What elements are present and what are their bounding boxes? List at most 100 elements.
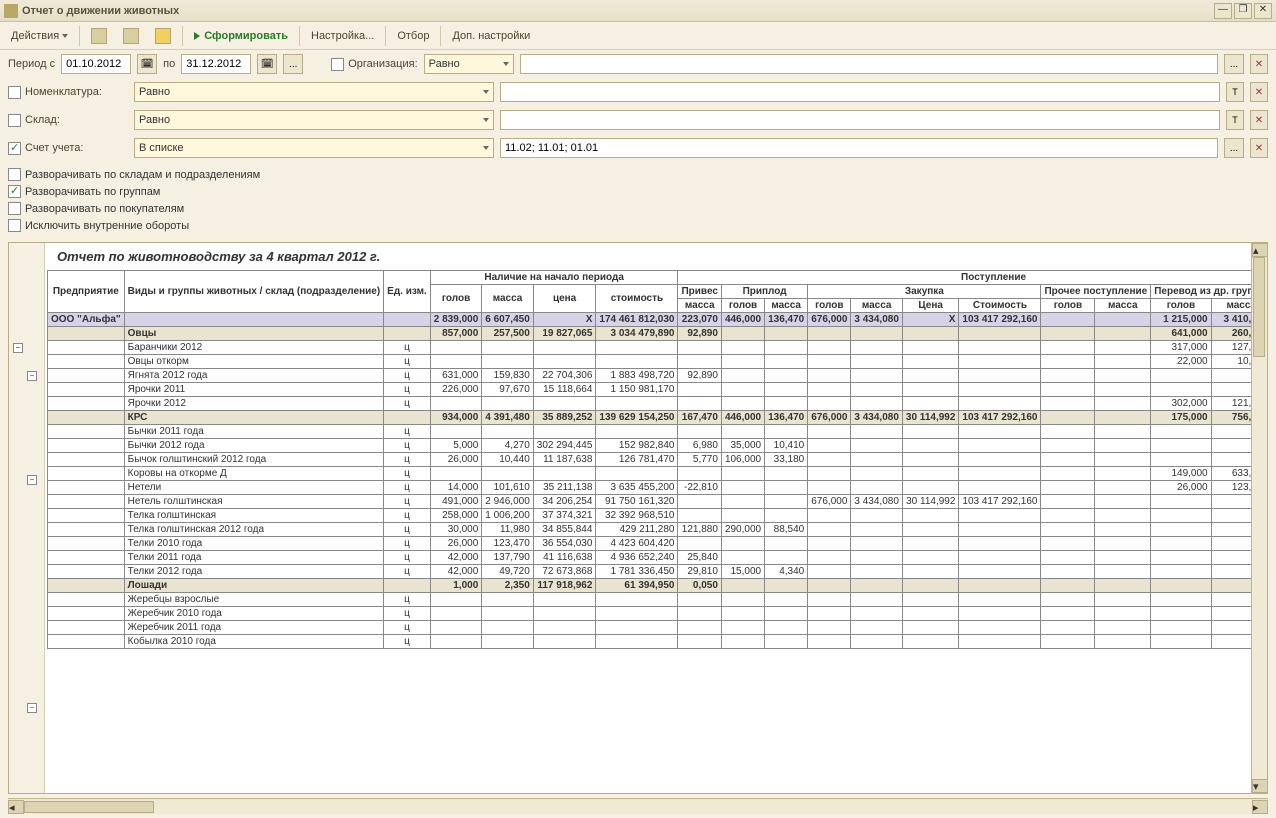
sklad-check[interactable] xyxy=(8,114,21,127)
org-op-select[interactable]: Равно xyxy=(424,54,514,74)
vscroll-thumb[interactable] xyxy=(1253,257,1265,357)
maximize-button[interactable]: ❐ xyxy=(1234,3,1252,19)
col-receipt: Поступление xyxy=(678,271,1268,285)
collapse-loshadi[interactable]: − xyxy=(27,703,37,713)
play-icon xyxy=(194,32,200,40)
tool-help[interactable] xyxy=(148,25,178,47)
col-opening: Наличие на начало периода xyxy=(430,271,678,285)
collapse-ovcy[interactable]: − xyxy=(27,371,37,381)
item-row[interactable]: Жеребчик 2011 годац xyxy=(48,621,1269,635)
item-row[interactable]: Телка голштинская 2012 годац30,00011,980… xyxy=(48,523,1269,537)
period-row: Период с 🗓 по 🗓 ... Организация: Равно .… xyxy=(0,50,1276,78)
tool-export[interactable] xyxy=(116,25,146,47)
actions-menu[interactable]: Действия xyxy=(4,25,75,47)
org-value-input[interactable] xyxy=(520,54,1218,74)
acct-value-input[interactable] xyxy=(500,138,1218,158)
item-row[interactable]: Ярочки 2011ц226,00097,67015 118,6641 150… xyxy=(48,383,1269,397)
col-groups: Виды и группы животных / склад (подразде… xyxy=(124,271,384,313)
item-row[interactable]: Телки 2011 годац42,000137,79041 116,6384… xyxy=(48,551,1269,565)
nomen-check[interactable] xyxy=(8,86,21,99)
check-expand-sklad[interactable] xyxy=(8,168,21,181)
report-table: Предприятие Виды и группы животных / скл… xyxy=(47,270,1268,649)
item-row[interactable]: Жеребчик 2010 годац xyxy=(48,607,1269,621)
org-ellipsis[interactable]: ... xyxy=(1224,54,1244,74)
scroll-right-button[interactable]: ▸ xyxy=(1252,800,1268,814)
item-row[interactable]: Жеребцы взрослыец xyxy=(48,593,1269,607)
item-row[interactable]: Овцы откормц22,00010,52012,000 xyxy=(48,355,1269,369)
date-from-input[interactable] xyxy=(61,54,131,74)
item-row[interactable]: Кобылка 2010 годац xyxy=(48,635,1269,649)
export-icon xyxy=(123,28,139,44)
item-row[interactable]: Бычки 2012 годац5,0004,270302 294,445152… xyxy=(48,439,1269,453)
nomen-row: Номенклатура: Равно T ✕ xyxy=(0,78,1276,106)
org-row[interactable]: ООО "Альфа"2 839,0006 607,450X174 461 81… xyxy=(48,313,1269,327)
nomen-t-button[interactable]: T xyxy=(1226,82,1244,102)
horizontal-scrollbar[interactable]: ◂ ▸ xyxy=(8,798,1268,814)
app-icon xyxy=(4,4,18,18)
check-expand-buyers[interactable] xyxy=(8,202,21,215)
period-ellipsis[interactable]: ... xyxy=(283,54,303,74)
check-exclude-internal[interactable] xyxy=(8,219,21,232)
report-title: Отчет по животноводству за 4 квартал 201… xyxy=(47,243,1267,270)
scroll-down-button[interactable]: ▾ xyxy=(1252,779,1268,793)
acct-check[interactable] xyxy=(8,142,21,155)
item-row[interactable]: Баранчики 2012ц317,000127,940 xyxy=(48,341,1269,355)
toolbar: Действия Сформировать Настройка... Отбор… xyxy=(0,22,1276,50)
sklad-label: Склад: xyxy=(25,114,60,126)
collapse-org[interactable]: − xyxy=(13,343,23,353)
nomen-clear[interactable]: ✕ xyxy=(1250,82,1268,102)
nomen-value-input[interactable] xyxy=(500,82,1220,102)
item-row[interactable]: Нетелиц14,000101,61035 211,1383 635 455,… xyxy=(48,481,1269,495)
minimize-button[interactable]: — xyxy=(1214,3,1232,19)
item-row[interactable]: Телка голштинскаяц258,0001 006,20037 374… xyxy=(48,509,1269,523)
item-row[interactable]: Бычки 2011 годац xyxy=(48,425,1269,439)
item-row[interactable]: Телки 2010 годац26,000123,47036 554,0304… xyxy=(48,537,1269,551)
extra-settings-button[interactable]: Доп. настройки xyxy=(445,25,537,47)
item-row[interactable]: Бычок голштинский 2012 годац26,00010,440… xyxy=(48,453,1269,467)
group-row[interactable]: Лошади1,0002,350117 918,96261 394,9500,0… xyxy=(48,579,1269,593)
acct-op-select[interactable]: В списке xyxy=(134,138,494,158)
col-enterprise: Предприятие xyxy=(48,271,125,313)
acct-clear[interactable]: ✕ xyxy=(1250,138,1268,158)
window-title: Отчет о движении животных xyxy=(22,5,1212,17)
date-to-input[interactable] xyxy=(181,54,251,74)
close-button[interactable]: ✕ xyxy=(1254,3,1272,19)
sklad-row: Склад: Равно T ✕ xyxy=(0,106,1276,134)
group-row[interactable]: КРС934,0004 391,48035 889,252139 629 154… xyxy=(48,411,1269,425)
chevron-down-icon xyxy=(62,34,68,38)
sklad-value-input[interactable] xyxy=(500,110,1220,130)
period-to-label: по xyxy=(163,58,175,70)
date-from-calendar[interactable]: 🗓 xyxy=(137,54,157,74)
nomen-op-select[interactable]: Равно xyxy=(134,82,494,102)
vertical-scrollbar[interactable]: ▴ ▾ xyxy=(1251,243,1267,793)
acct-ellipsis[interactable]: ... xyxy=(1224,138,1244,158)
options-block: Разворачивать по складам и подразделения… xyxy=(0,162,1276,238)
hscroll-thumb[interactable] xyxy=(24,801,154,813)
org-label: Организация: xyxy=(348,58,417,70)
titlebar: Отчет о движении животных — ❐ ✕ xyxy=(0,0,1276,22)
report-area: − − − − ▴ ▾ Отчет по животноводству за 4… xyxy=(8,242,1268,794)
sklad-clear[interactable]: ✕ xyxy=(1250,110,1268,130)
help-icon xyxy=(155,28,171,44)
refresh-icon xyxy=(91,28,107,44)
tool-refresh[interactable] xyxy=(84,25,114,47)
sklad-op-select[interactable]: Равно xyxy=(134,110,494,130)
item-row[interactable]: Нетель голштинскаяц491,0002 946,00034 20… xyxy=(48,495,1269,509)
item-row[interactable]: Ягнята 2012 годац631,000159,83022 704,30… xyxy=(48,369,1269,383)
settings-button[interactable]: Настройка... xyxy=(304,25,381,47)
item-row[interactable]: Ярочки 2012ц302,000121,880 xyxy=(48,397,1269,411)
item-row[interactable]: Телки 2012 годац42,00049,72072 673,8681 … xyxy=(48,565,1269,579)
group-row[interactable]: Овцы857,000257,50019 827,0653 034 479,89… xyxy=(48,327,1269,341)
filter-button[interactable]: Отбор xyxy=(390,25,436,47)
date-to-calendar[interactable]: 🗓 xyxy=(257,54,277,74)
check-expand-groups[interactable] xyxy=(8,185,21,198)
generate-button[interactable]: Сформировать xyxy=(187,25,295,47)
scroll-left-button[interactable]: ◂ xyxy=(8,800,24,814)
sklad-t-button[interactable]: T xyxy=(1226,110,1244,130)
col-unit: Ед. изм. xyxy=(384,271,431,313)
scroll-up-button[interactable]: ▴ xyxy=(1252,243,1268,257)
collapse-krs[interactable]: − xyxy=(27,475,37,485)
org-filter-check[interactable] xyxy=(331,58,344,71)
item-row[interactable]: Коровы на откорме Дц149,000633,130 xyxy=(48,467,1269,481)
org-clear[interactable]: ✕ xyxy=(1250,54,1268,74)
